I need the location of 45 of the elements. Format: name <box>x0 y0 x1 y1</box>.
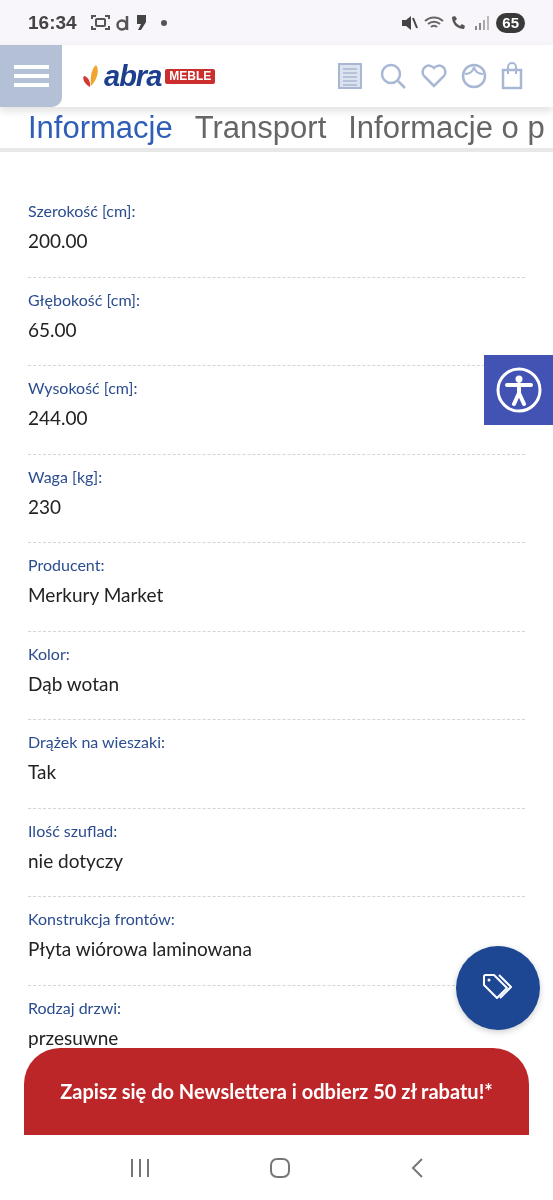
signal-icon <box>474 14 491 31</box>
shopping-bag-icon[interactable] <box>501 62 523 90</box>
user-icon[interactable] <box>461 63 487 89</box>
spec-label: Głębokość [cm]: <box>28 288 140 311</box>
home-icon[interactable] <box>269 1156 292 1179</box>
spec-value: 200.00 <box>28 228 88 254</box>
accessibility-button[interactable] <box>484 355 553 425</box>
spec-label: Producent: <box>28 554 105 576</box>
spec-value: Merkury Market <box>28 582 164 608</box>
spec-value: 65.00 <box>28 316 77 343</box>
spec-value: 244.00 <box>28 405 88 431</box>
back-icon[interactable] <box>409 1156 424 1179</box>
spec-label: Waga [kg]: <box>28 465 103 488</box>
spec-label: Kolor: <box>28 642 70 665</box>
dot-icon <box>160 19 167 26</box>
menu-button[interactable] <box>0 45 62 107</box>
spec-value: Tak <box>28 759 57 785</box>
spec-value: nie dotyczy <box>28 847 124 874</box>
promotions-button[interactable] <box>456 946 540 1030</box>
recent-apps-icon[interactable] <box>129 1157 152 1178</box>
spec-value: 230 <box>28 493 62 520</box>
spec-label: Szerokość [cm]: <box>28 200 136 222</box>
spec-value: Dąb wotan <box>28 670 119 697</box>
clock-time: 16:34 <box>28 11 77 34</box>
spec-label: Wysokość [cm]: <box>28 377 138 399</box>
menu-icon <box>13 64 49 88</box>
accessibility-icon <box>495 367 542 413</box>
spec-label: Rodzaj drzwi: <box>28 996 122 1019</box>
search-icon[interactable] <box>379 62 407 90</box>
tab[interactable]: Informacje o p <box>348 108 545 148</box>
logo-text: abra <box>104 61 162 91</box>
spec-label: Ilość szuflad: <box>28 819 118 842</box>
battery-level: 65 <box>496 12 525 33</box>
spec-label: Drążek na wieszaki: <box>28 731 165 753</box>
mute-icon <box>401 14 419 31</box>
screenshot-icon <box>90 14 110 31</box>
app-notification-icon <box>115 14 130 31</box>
quote-icon <box>135 14 147 31</box>
spec-value: Płyta wiórowa laminowana <box>28 936 252 962</box>
catalog-icon[interactable] <box>337 62 365 90</box>
heart-icon[interactable] <box>421 64 447 88</box>
tab[interactable]: Transport <box>194 108 327 148</box>
spec-label: Konstrukcja frontów: <box>28 908 175 930</box>
logo-badge: MEBLE <box>165 68 216 84</box>
spec-value: przesuwne <box>28 1024 119 1051</box>
